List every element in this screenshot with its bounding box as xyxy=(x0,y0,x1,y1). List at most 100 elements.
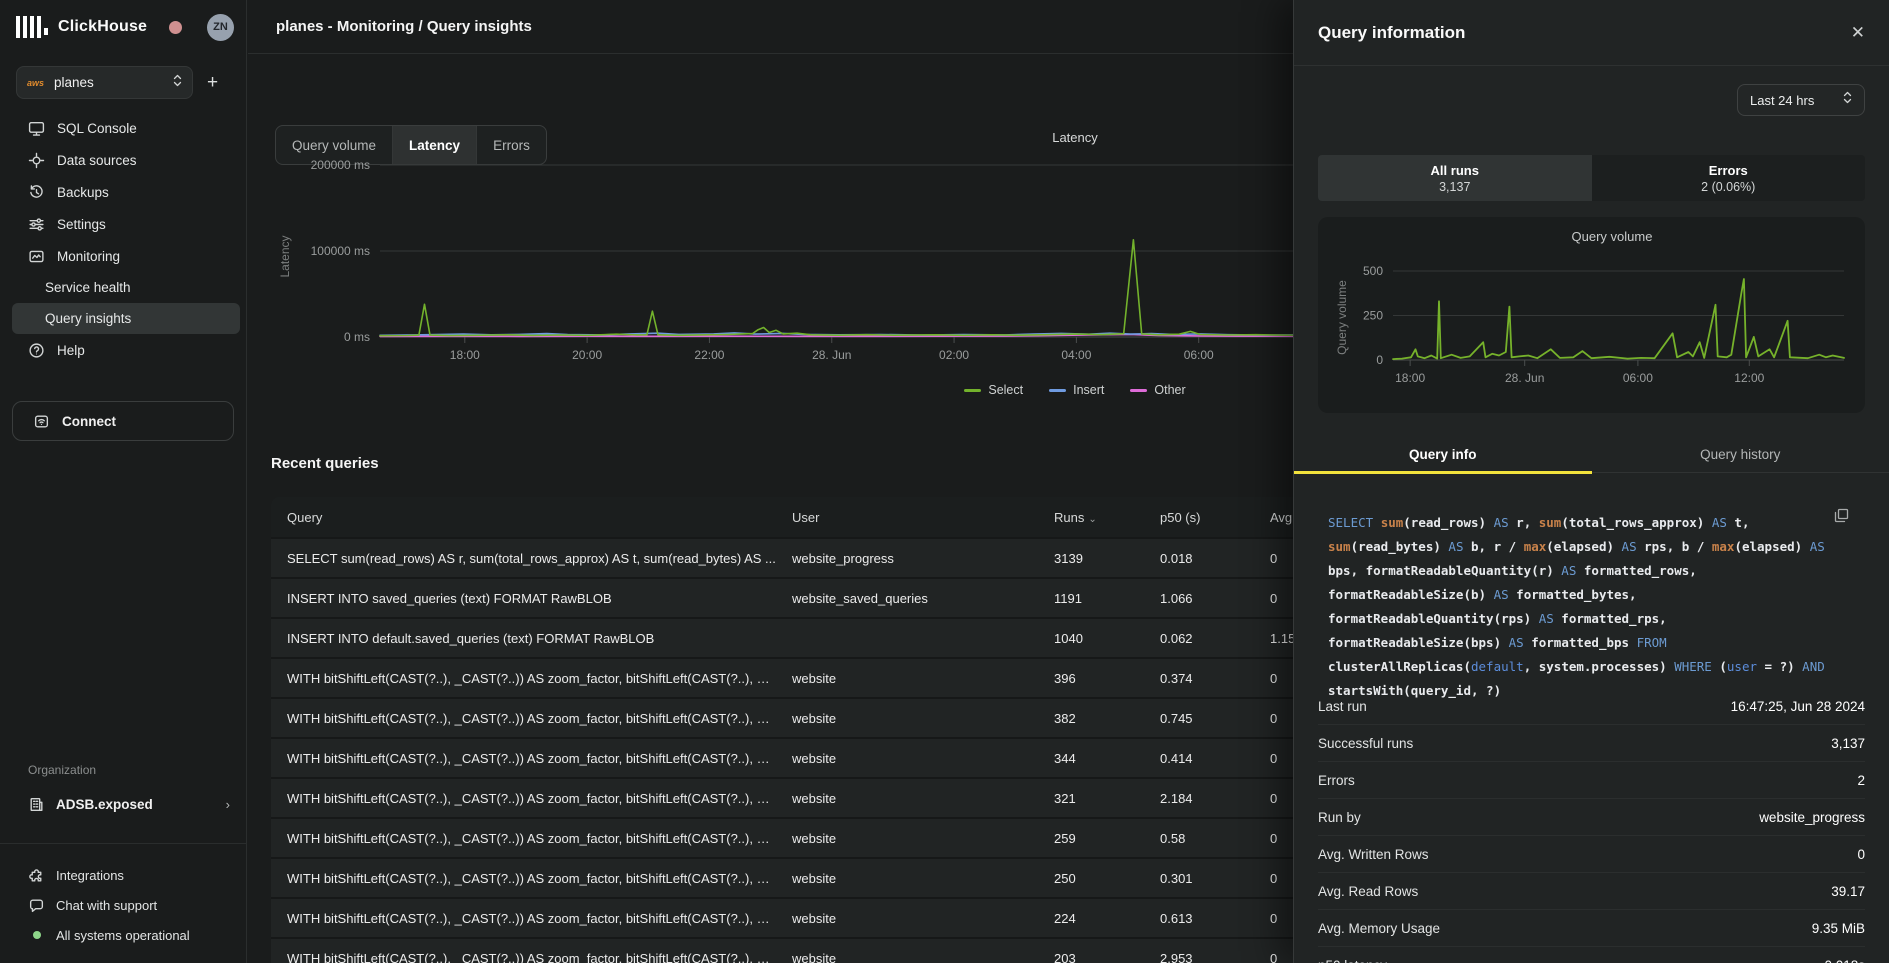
p50-cell: 0.062 xyxy=(1144,631,1254,646)
svg-text:04:00: 04:00 xyxy=(1061,348,1091,362)
sidebar-item-integrations[interactable]: Integrations xyxy=(0,860,246,890)
sidebar-item-label: SQL Console xyxy=(57,121,137,136)
footer-item-label: Chat with support xyxy=(56,898,157,913)
sidebar-item-sql-console[interactable]: SQL Console xyxy=(0,112,246,144)
notification-dot-icon xyxy=(169,21,182,34)
runs-cell: 224 xyxy=(1038,911,1144,926)
query-volume-panel: Query volume 025050018:0028. Jun06:0012:… xyxy=(1318,217,1865,413)
toggle-errors[interactable]: Errors 2 (0.06%) xyxy=(1592,155,1866,201)
stat-row: Avg. Written Rows0 xyxy=(1318,836,1865,873)
legend-item-other[interactable]: Other xyxy=(1130,383,1185,397)
p50-cell: 0.58 xyxy=(1144,831,1254,846)
legend-swatch xyxy=(964,389,981,392)
service-name: planes xyxy=(54,75,94,90)
p50-cell: 2.184 xyxy=(1144,791,1254,806)
stat-label: Avg. Read Rows xyxy=(1318,884,1418,899)
system-status[interactable]: All systems operational xyxy=(0,920,246,950)
all-runs-label: All runs xyxy=(1431,163,1479,178)
legend-item-insert[interactable]: Insert xyxy=(1049,383,1104,397)
toggle-all-runs[interactable]: All runs 3,137 xyxy=(1318,155,1592,201)
p50-cell: 0.414 xyxy=(1144,751,1254,766)
p50-cell: 0.745 xyxy=(1144,711,1254,726)
time-range-value: Last 24 hrs xyxy=(1750,93,1814,108)
stat-value: 2 xyxy=(1857,773,1865,788)
svg-text:0 ms: 0 ms xyxy=(344,330,370,344)
legend-swatch xyxy=(1049,389,1066,392)
legend-item-select[interactable]: Select xyxy=(964,383,1023,397)
runs-cell: 321 xyxy=(1038,791,1144,806)
drawer-tabs: Query info Query history xyxy=(1294,437,1889,473)
tab-query-history[interactable]: Query history xyxy=(1592,437,1889,472)
sidebar-item-query-insights[interactable]: Query insights xyxy=(12,303,240,334)
user-avatar[interactable]: ZN xyxy=(207,14,234,41)
close-icon[interactable]: ✕ xyxy=(1851,24,1865,41)
legend-label: Select xyxy=(988,383,1023,397)
add-service-button[interactable]: + xyxy=(207,73,218,92)
sidebar-item-data-sources[interactable]: Data sources xyxy=(0,144,246,176)
copy-icon[interactable] xyxy=(1834,508,1849,528)
stat-row: Avg. Read Rows39.17 xyxy=(1318,873,1865,910)
query-cell: WITH bitShiftLeft(CAST(?..), _CAST(?..))… xyxy=(271,751,776,766)
sidebar-item-chat-support[interactable]: Chat with support xyxy=(0,890,246,920)
sidebar-item-monitoring[interactable]: Monitoring xyxy=(0,240,246,272)
svg-text:100000 ms: 100000 ms xyxy=(311,244,370,258)
user-cell: website xyxy=(776,671,1038,686)
all-runs-value: 3,137 xyxy=(1439,180,1470,194)
user-cell: website_progress xyxy=(776,551,1038,566)
organization-label: Organization xyxy=(28,763,96,777)
svg-text:500: 500 xyxy=(1363,264,1383,278)
monitoring-icon xyxy=(28,248,45,265)
svg-text:Latency: Latency xyxy=(278,235,292,277)
legend-label: Insert xyxy=(1073,383,1104,397)
sidebar-item-service-health[interactable]: Service health xyxy=(0,272,246,303)
status-label: All systems operational xyxy=(56,928,190,943)
time-range-select[interactable]: Last 24 hrs xyxy=(1737,84,1865,116)
query-cell: WITH bitShiftLeft(CAST(?..), _CAST(?..))… xyxy=(271,671,776,686)
drawer-header: Query information ✕ xyxy=(1294,0,1889,66)
p50-cell: 2.953 xyxy=(1144,951,1254,963)
tab-query-info[interactable]: Query info xyxy=(1294,437,1592,472)
query-cell: INSERT INTO saved_queries (text) FORMAT … xyxy=(271,591,776,606)
stat-row: p50 latency 0.018s xyxy=(1318,947,1865,963)
sql-console-icon xyxy=(28,120,45,137)
sidebar-item-label: Monitoring xyxy=(57,249,120,264)
stat-value: 0.018s xyxy=(1824,958,1865,963)
sort-chevron-icon: ⌄ xyxy=(1088,514,1096,525)
organization-building-icon xyxy=(28,796,45,813)
sidebar-divider xyxy=(0,843,246,844)
runs-cell: 3139 xyxy=(1038,551,1144,566)
stat-value: 3,137 xyxy=(1831,736,1865,751)
svg-text:18:00: 18:00 xyxy=(1395,371,1425,385)
chat-bubble-icon xyxy=(28,897,45,914)
svg-text:02:00: 02:00 xyxy=(939,348,969,362)
runs-errors-toggle: All runs 3,137 Errors 2 (0.06%) xyxy=(1318,155,1865,201)
errors-value: 2 (0.06%) xyxy=(1701,180,1755,194)
chevron-updown-icon xyxy=(173,74,182,92)
connect-button[interactable]: Connect xyxy=(12,401,234,441)
organization-switcher[interactable]: ADSB.exposed › xyxy=(0,789,246,820)
chevron-right-icon: › xyxy=(226,797,230,812)
user-cell: website_saved_queries xyxy=(776,591,1038,606)
stat-label: Run by xyxy=(1318,810,1361,825)
query-cell: WITH bitShiftLeft(CAST(?..), _CAST(?..))… xyxy=(271,831,776,846)
stat-label: p50 latency xyxy=(1318,958,1387,963)
sidebar-item-backups[interactable]: Backups xyxy=(0,176,246,208)
runs-cell: 250 xyxy=(1038,871,1144,886)
sidebar-item-settings[interactable]: Settings xyxy=(0,208,246,240)
service-selector[interactable]: aws planes xyxy=(16,66,193,99)
user-cell: website xyxy=(776,831,1038,846)
organization-name: ADSB.exposed xyxy=(56,797,153,812)
stat-label: Errors xyxy=(1318,773,1355,788)
stat-value: 0 xyxy=(1857,847,1865,862)
sidebar-nav: SQL Console Data sources Backups Setting… xyxy=(0,112,246,366)
column-header-runs[interactable]: Runs⌄ xyxy=(1038,510,1144,525)
sidebar-item-help[interactable]: Help xyxy=(0,334,246,366)
connect-icon xyxy=(33,413,50,430)
sidebar-item-label: Query insights xyxy=(45,311,131,326)
service-selector-row: aws planes + xyxy=(16,66,234,99)
svg-text:06:00: 06:00 xyxy=(1623,371,1653,385)
stat-label: Last run xyxy=(1318,699,1367,714)
brand-name[interactable]: ClickHouse xyxy=(58,18,147,36)
stat-label: Successful runs xyxy=(1318,736,1413,751)
clickhouse-logo-icon[interactable] xyxy=(16,16,48,38)
